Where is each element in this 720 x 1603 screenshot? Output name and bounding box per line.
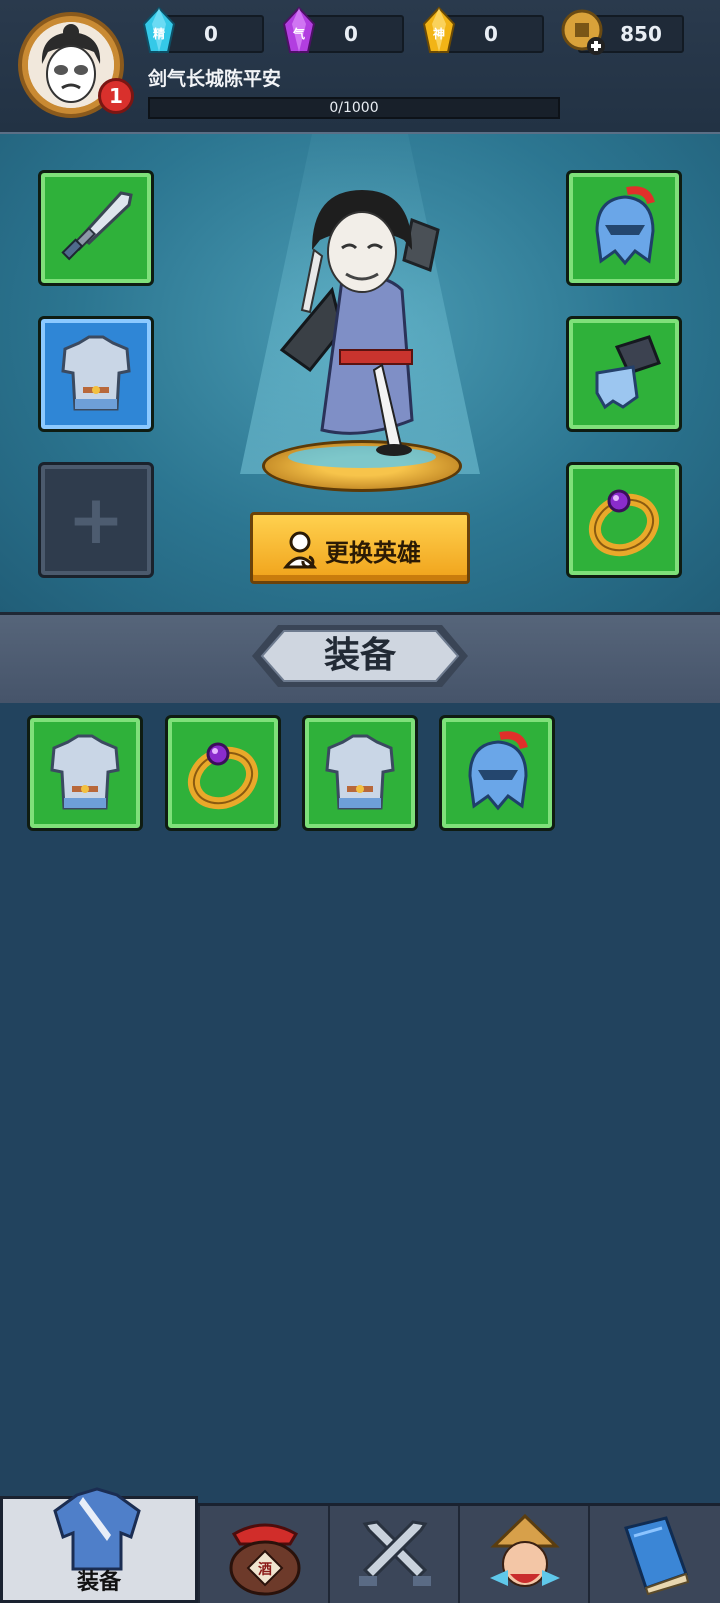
exp-text: 0/1000 <box>329 100 379 116</box>
nav-tab-codex[interactable] <box>588 1506 720 1603</box>
change-hero-label: 更换英雄 <box>325 539 421 567</box>
gloves-slot[interactable] <box>566 316 682 432</box>
weapon-slot[interactable] <box>38 170 154 286</box>
ring-icon <box>187 742 259 810</box>
shen-gem-icon: 神 <box>422 6 456 53</box>
nav-label-equipment: 装备 <box>76 1570 121 1595</box>
gauntlet-icon <box>595 335 661 410</box>
svg-text:精: 精 <box>153 26 165 41</box>
book-icon <box>624 1516 690 1596</box>
nav-tab-battle[interactable] <box>328 1506 458 1603</box>
copper-coin-icon[interactable] <box>560 8 608 56</box>
section-title: 装备 <box>323 635 396 676</box>
inventory-item[interactable] <box>27 715 143 831</box>
helmet-icon <box>595 186 655 266</box>
wine-jar-icon: 酒 <box>229 1523 301 1596</box>
ring-slot[interactable] <box>566 462 682 578</box>
inventory-item[interactable] <box>439 715 555 831</box>
equipment-inventory <box>0 703 720 1500</box>
svg-text:神: 神 <box>433 26 445 41</box>
nav-tab-tavern[interactable]: 酒 <box>198 1506 328 1603</box>
helmet-icon <box>468 731 528 811</box>
svg-text:酒: 酒 <box>258 1562 272 1578</box>
hero-character[interactable] <box>262 180 462 460</box>
robe-icon <box>53 1487 141 1571</box>
armor-slot[interactable] <box>38 316 154 432</box>
exp-bar: 0/1000 <box>148 97 560 119</box>
top-bar: 1 0 精 0 气 0 神 850 剑气长城陈平安 0/1000 <box>0 0 720 135</box>
nav-tab-characters[interactable] <box>458 1506 588 1603</box>
ring-icon <box>588 489 660 557</box>
swap-hero-icon <box>283 531 317 569</box>
crossed-swords-icon <box>359 1520 431 1586</box>
inventory-item[interactable] <box>302 715 418 831</box>
player-name: 剑气长城陈平安 <box>148 68 282 90</box>
sword-icon <box>61 191 133 261</box>
qi-gem-icon: 气 <box>282 6 316 53</box>
svg-text:气: 气 <box>292 26 305 41</box>
helmet-slot[interactable] <box>566 170 682 286</box>
armor-icon <box>325 734 395 810</box>
extra-slot[interactable]: + <box>38 462 154 578</box>
nav-tab-equipment[interactable]: 装备 <box>0 1487 198 1603</box>
armor-icon <box>61 335 131 411</box>
armor-icon <box>50 734 120 810</box>
bottom-nav: 装备 酒 <box>0 1487 720 1603</box>
plus-icon: + <box>67 481 125 560</box>
inventory-item[interactable] <box>165 715 281 831</box>
level-badge: 1 <box>98 78 134 114</box>
jing-gem-icon: 精 <box>142 6 176 53</box>
villager-icon <box>490 1513 560 1587</box>
change-hero-button[interactable]: 更换英雄 <box>250 512 470 584</box>
